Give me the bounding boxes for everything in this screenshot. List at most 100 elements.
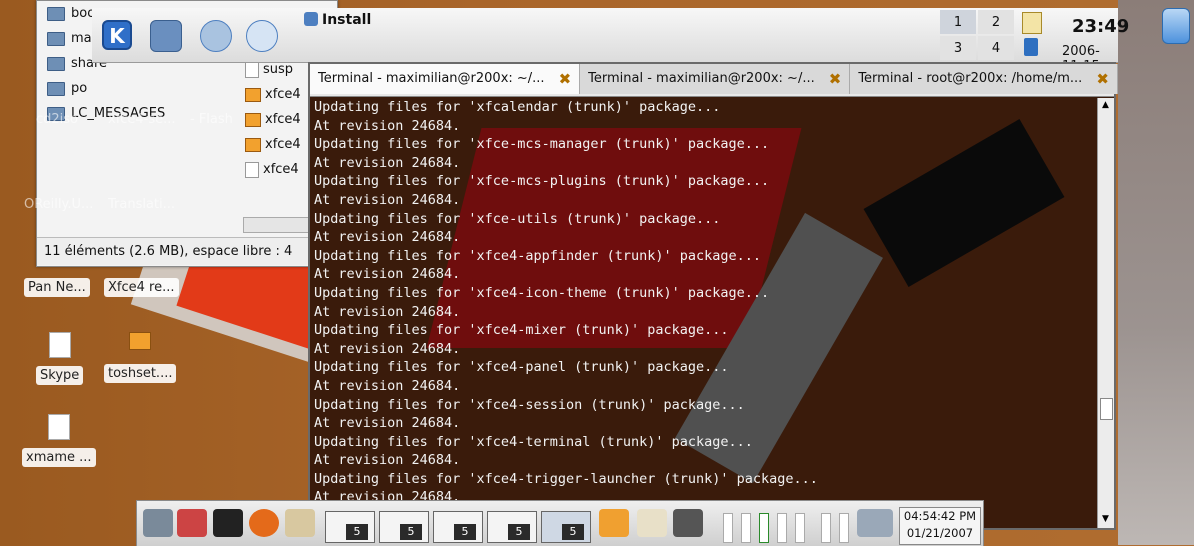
package-icon (245, 87, 261, 102)
terminal-tab[interactable]: Terminal - maximilian@r200x: ~/... ✖ (580, 64, 851, 94)
scroll-down-arrow-icon[interactable]: ▼ (1100, 514, 1111, 524)
terminal-line: Updating files for 'xfcalendar (trunk)' … (314, 99, 721, 115)
system-icon[interactable] (200, 20, 232, 52)
tree-item[interactable]: po (47, 76, 247, 101)
launcher-icon[interactable] (246, 20, 278, 52)
terminal-line: At revision 24684. (314, 415, 461, 432)
scroll-thumb[interactable] (1100, 398, 1113, 420)
cpu-meter (723, 513, 733, 543)
taskbar-window-button[interactable]: 5 (325, 511, 375, 543)
terminal-line: Updating files for 'xfce4-icon-theme (tr… (314, 284, 770, 301)
folder-icon (47, 81, 65, 96)
panel-clock[interactable]: 23:49 (1072, 16, 1129, 37)
close-tab-icon[interactable]: ✖ (559, 64, 572, 94)
clipboard-icon[interactable] (637, 509, 667, 537)
install-icon (304, 12, 318, 26)
text-file-icon (245, 61, 259, 78)
drive-icon[interactable] (143, 509, 173, 537)
terminal-line: At revision 24684. (314, 229, 461, 246)
trash-icon[interactable] (1162, 8, 1190, 44)
network-icon[interactable] (150, 20, 182, 52)
terminal-line: Updating files for 'xfce4-appfinder (tru… (314, 247, 762, 264)
scroll-up-arrow-icon[interactable]: ▲ (1100, 100, 1111, 110)
desktop-icon[interactable]: Xfce4 re... (104, 278, 179, 297)
workspace-1[interactable]: 1 (940, 10, 976, 34)
dock-clock[interactable]: 04:54:42 PM 01/21/2007 (899, 507, 981, 545)
terminal-line: At revision 24684. (314, 452, 461, 469)
terminal-scrollbar[interactable]: ▲ ▼ (1097, 98, 1114, 528)
desktop-ghost-label: OReilly.U... (24, 197, 94, 212)
taskbar-window-button[interactable]: 5 (487, 511, 537, 543)
notes-icon[interactable] (1022, 12, 1042, 34)
cpu-meter (777, 513, 787, 543)
workspace-3[interactable]: 3 (940, 36, 976, 60)
terminal-line: Updating files for 'xfce-mcs-plugins (tr… (314, 173, 770, 190)
cpu-meter (795, 513, 805, 543)
workspace-2[interactable]: 2 (978, 10, 1014, 34)
tools-icon[interactable] (177, 509, 207, 537)
terminal-line: At revision 24684. (314, 154, 461, 171)
folder-icon (47, 6, 65, 21)
desktop-icon-skype[interactable]: Skype (36, 332, 84, 385)
kde-menu-icon[interactable]: K (102, 20, 132, 50)
desktop-icon-label: Xfce4 re... (104, 278, 179, 297)
mail-icon[interactable] (285, 509, 315, 537)
taskbar-window-button[interactable]: 5 (433, 511, 483, 543)
terminal-line: Updating files for 'xfce4-trigger-launch… (314, 470, 818, 487)
bottom-dock: 5 5 5 5 5 04:54:42 PM 01/21/2007 (136, 500, 984, 546)
cpu-meter (839, 513, 849, 543)
terminal-tabbar: Terminal - maximilian@r200x: ~/... ✖ Ter… (310, 64, 1118, 97)
terminal-line: At revision 24684. (314, 117, 461, 134)
volume-icon[interactable] (1024, 38, 1038, 56)
wallpaper-side (1118, 0, 1194, 545)
package-icon (245, 112, 261, 127)
taskbar-window-button[interactable]: 5 (379, 511, 429, 543)
desktop-ghost-label: cd2iso (36, 112, 79, 127)
taskbar-window-button-active[interactable]: 5 (541, 511, 591, 543)
package-icon (245, 137, 261, 152)
close-tab-icon[interactable]: ✖ (829, 64, 842, 94)
desktop-ghost-label: xfce4-se... (108, 112, 176, 127)
top-panel: K Install 1 2 3 4 23:49 2006-11-15 (92, 8, 1129, 74)
terminal-line: At revision 24684. (314, 377, 461, 394)
network-card-icon[interactable] (857, 509, 893, 537)
status-bar: 11 éléments (2.6 MB), espace libre : 4 (37, 237, 337, 265)
terminal-line: Updating files for 'xfce4-terminal (trun… (314, 433, 753, 450)
terminal-output[interactable]: Updating files for 'xfcalendar (trunk)' … (314, 98, 1098, 528)
text-file-icon (245, 161, 259, 178)
install-task[interactable]: Install (304, 12, 371, 28)
cpu-meter (741, 513, 751, 543)
close-tab-icon[interactable]: ✖ (1096, 64, 1109, 94)
terminal-launcher-icon[interactable] (213, 509, 243, 537)
document-icon (48, 332, 71, 358)
desktop-ghost-label: Translati... (108, 197, 176, 212)
desktop-icon-label: Skype (36, 366, 84, 385)
desktop-ghost-label: - Flash (190, 112, 233, 127)
desktop-icon-label: Pan Ne... (24, 278, 90, 297)
desktop-icon-xmame[interactable]: xmame ... (22, 414, 96, 467)
terminal-line: At revision 24684. (314, 303, 461, 320)
terminal-line: At revision 24684. (314, 191, 461, 208)
terminal-tab[interactable]: Terminal - root@r200x: /home/m... ✖ (850, 64, 1118, 94)
firefox-icon[interactable] (249, 509, 279, 537)
terminal-line: Updating files for 'xfce4-session (trunk… (314, 396, 745, 413)
folder-icon (47, 31, 65, 46)
load-meter (759, 513, 769, 543)
document-icon (47, 414, 70, 440)
terminal-line: At revision 24684. (314, 266, 461, 283)
terminal-line: At revision 24684. (314, 340, 461, 357)
desktop-icon-toshset[interactable]: toshset.... (104, 332, 177, 383)
terminal-window: Terminal - maximilian@r200x: ~/... ✖ Ter… (308, 62, 1118, 530)
terminal-line: Updating files for 'xfce-utils (trunk)' … (314, 210, 721, 227)
terminal-line: Updating files for 'xfce-mcs-manager (tr… (314, 136, 770, 153)
camera-icon[interactable] (673, 509, 703, 537)
desktop-icon-label: xmame ... (22, 448, 96, 467)
xfce-logo-icon[interactable] (599, 509, 629, 537)
cpu-meter (821, 513, 831, 543)
terminal-lines: Updating files for 'xfcalendar (trunk)' … (314, 98, 1098, 507)
desktop-icon-label: toshset.... (104, 364, 177, 383)
folder-icon (47, 56, 65, 71)
desktop-icon[interactable]: Pan Ne... (24, 278, 90, 297)
terminal-tab[interactable]: Terminal - maximilian@r200x: ~/... ✖ (310, 64, 581, 94)
workspace-4[interactable]: 4 (978, 36, 1014, 60)
